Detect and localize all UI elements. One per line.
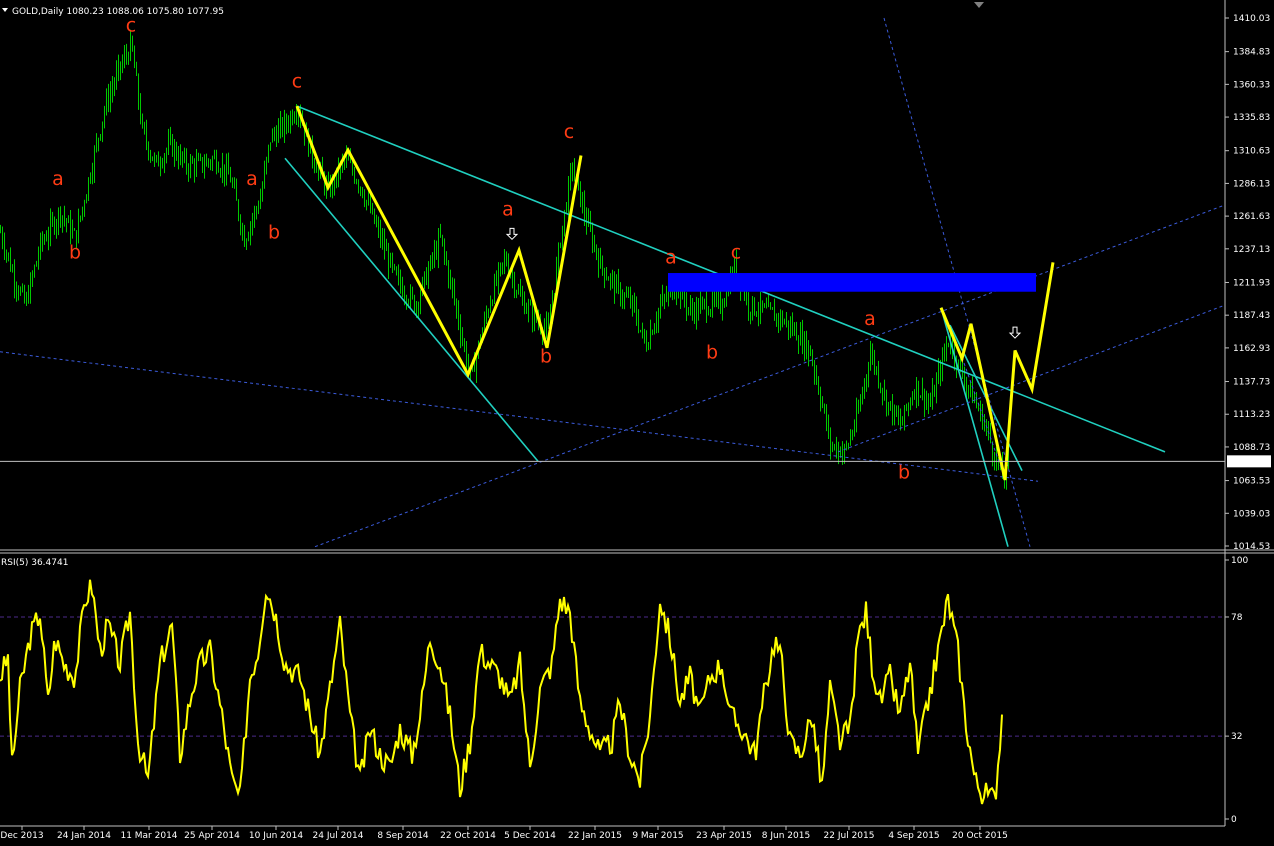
price-tick-label: 1360.33 [1233,80,1270,90]
price-tick-label: 1237.13 [1233,245,1270,255]
time-axis: Dec 2013 24 Jan 2014 11 Mar 2014 25 Apr 201… [0,826,1008,841]
time-tick-label: 23 Apr 2015 [696,831,752,841]
price-tick-label: 1384.83 [1233,48,1270,58]
price-tick-label: 1335.83 [1233,113,1270,123]
dropdown-triangle-icon[interactable] [2,8,8,12]
dashed-trend-line[interactable] [0,351,1039,482]
time-tick-label: 4 Sep 2015 [888,831,939,841]
down-arrow-icon [1008,326,1022,339]
price-tick-label: 1310.63 [1233,147,1270,157]
price-tick-label: 1113.23 [1233,410,1270,420]
price-tick-label: 1261.63 [1233,212,1270,222]
time-tick-label: 9 Mar 2015 [632,831,683,841]
wave-labels: c a b a b c a b c a c b a b [52,14,1022,484]
time-tick-label: 24 Jul 2014 [313,831,364,841]
wave-label-a: a [665,247,677,269]
rsi-tick-label: 0 [1231,815,1237,825]
time-tick-label: 10 Jun 2014 [249,831,303,841]
time-tick-label: 5 Dec 2014 [504,831,556,841]
zigzag-line[interactable] [939,262,1055,481]
time-tick-label: Dec 2013 [0,831,43,841]
price-tick-label: 1410.03 [1233,14,1270,24]
wave-label-b: b [268,221,280,243]
price-tick-label: 1063.53 [1233,477,1270,487]
channel-line[interactable] [284,157,539,462]
current-price-label: 1077.95 [1231,457,1268,467]
down-arrow-icon [505,227,519,241]
time-tick-label: 22 Jul 2015 [824,831,875,841]
wave-label-b: b [69,241,81,263]
price-axis: 1410.03 1384.83 1360.33 1335.83 1310.63 1286.… [1225,14,1270,552]
dashed-trend-line[interactable] [314,204,1225,548]
time-tick-label: 8 Jun 2015 [762,831,810,841]
rsi-axis: 100 78 32 0 [1225,556,1248,825]
price-tick-label: 1211.93 [1233,278,1270,288]
price-chart[interactable]: c a b a b c a b c a c b a b 1410.03 1384.83 1360.33 1335… [0,0,1274,846]
price-tick-label: 1286.13 [1233,179,1270,189]
rsi-tick-label: 100 [1231,556,1248,566]
wave-label-a: a [246,168,258,190]
time-tick-label: 20 Oct 2015 [952,831,1008,841]
wave-label-c: c [731,241,741,263]
wave-label-b: b [540,345,552,367]
wave-label-c: c [292,70,302,92]
wave-label-a: a [864,308,876,330]
symbol-header: GOLD,Daily 1080.23 1088.06 1075.80 1077.… [12,7,224,17]
price-tick-label: 1162.93 [1233,344,1270,354]
resistance-zone[interactable] [668,273,1036,292]
price-tick-label: 1088.73 [1233,443,1270,453]
time-tick-label: 22 Oct 2014 [440,831,496,841]
scroll-marker-icon[interactable] [974,2,984,8]
wave-label-c: c [126,14,136,36]
price-tick-label: 1014.53 [1233,542,1270,552]
main-pane [0,17,1225,548]
wave-label-a: a [52,168,64,190]
wave-label-b: b [898,462,910,484]
current-price-tag: 1077.95 [1227,455,1271,468]
time-tick-label: 8 Sep 2014 [377,831,429,841]
wave-label-c: c [564,121,574,143]
wave-label-b: b [706,341,718,363]
dashed-trend-line[interactable] [837,304,1225,453]
time-tick-label: 22 Jan 2015 [568,831,622,841]
rsi-pane [0,579,1225,805]
time-tick-label: 11 Mar 2014 [120,831,177,841]
rsi-tick-label: 78 [1231,613,1243,623]
time-tick-label: 25 Apr 2014 [184,831,240,841]
price-tick-label: 1187.43 [1233,311,1270,321]
price-tick-label: 1137.73 [1233,378,1270,388]
price-tick-label: 1039.03 [1233,509,1270,519]
wave-label-a: a [502,199,514,221]
rsi-header: RSI(5) 36.4741 [1,558,68,568]
time-tick-label: 24 Jan 2014 [57,831,111,841]
rsi-tick-label: 32 [1231,732,1242,742]
rsi-line[interactable] [0,579,1003,805]
